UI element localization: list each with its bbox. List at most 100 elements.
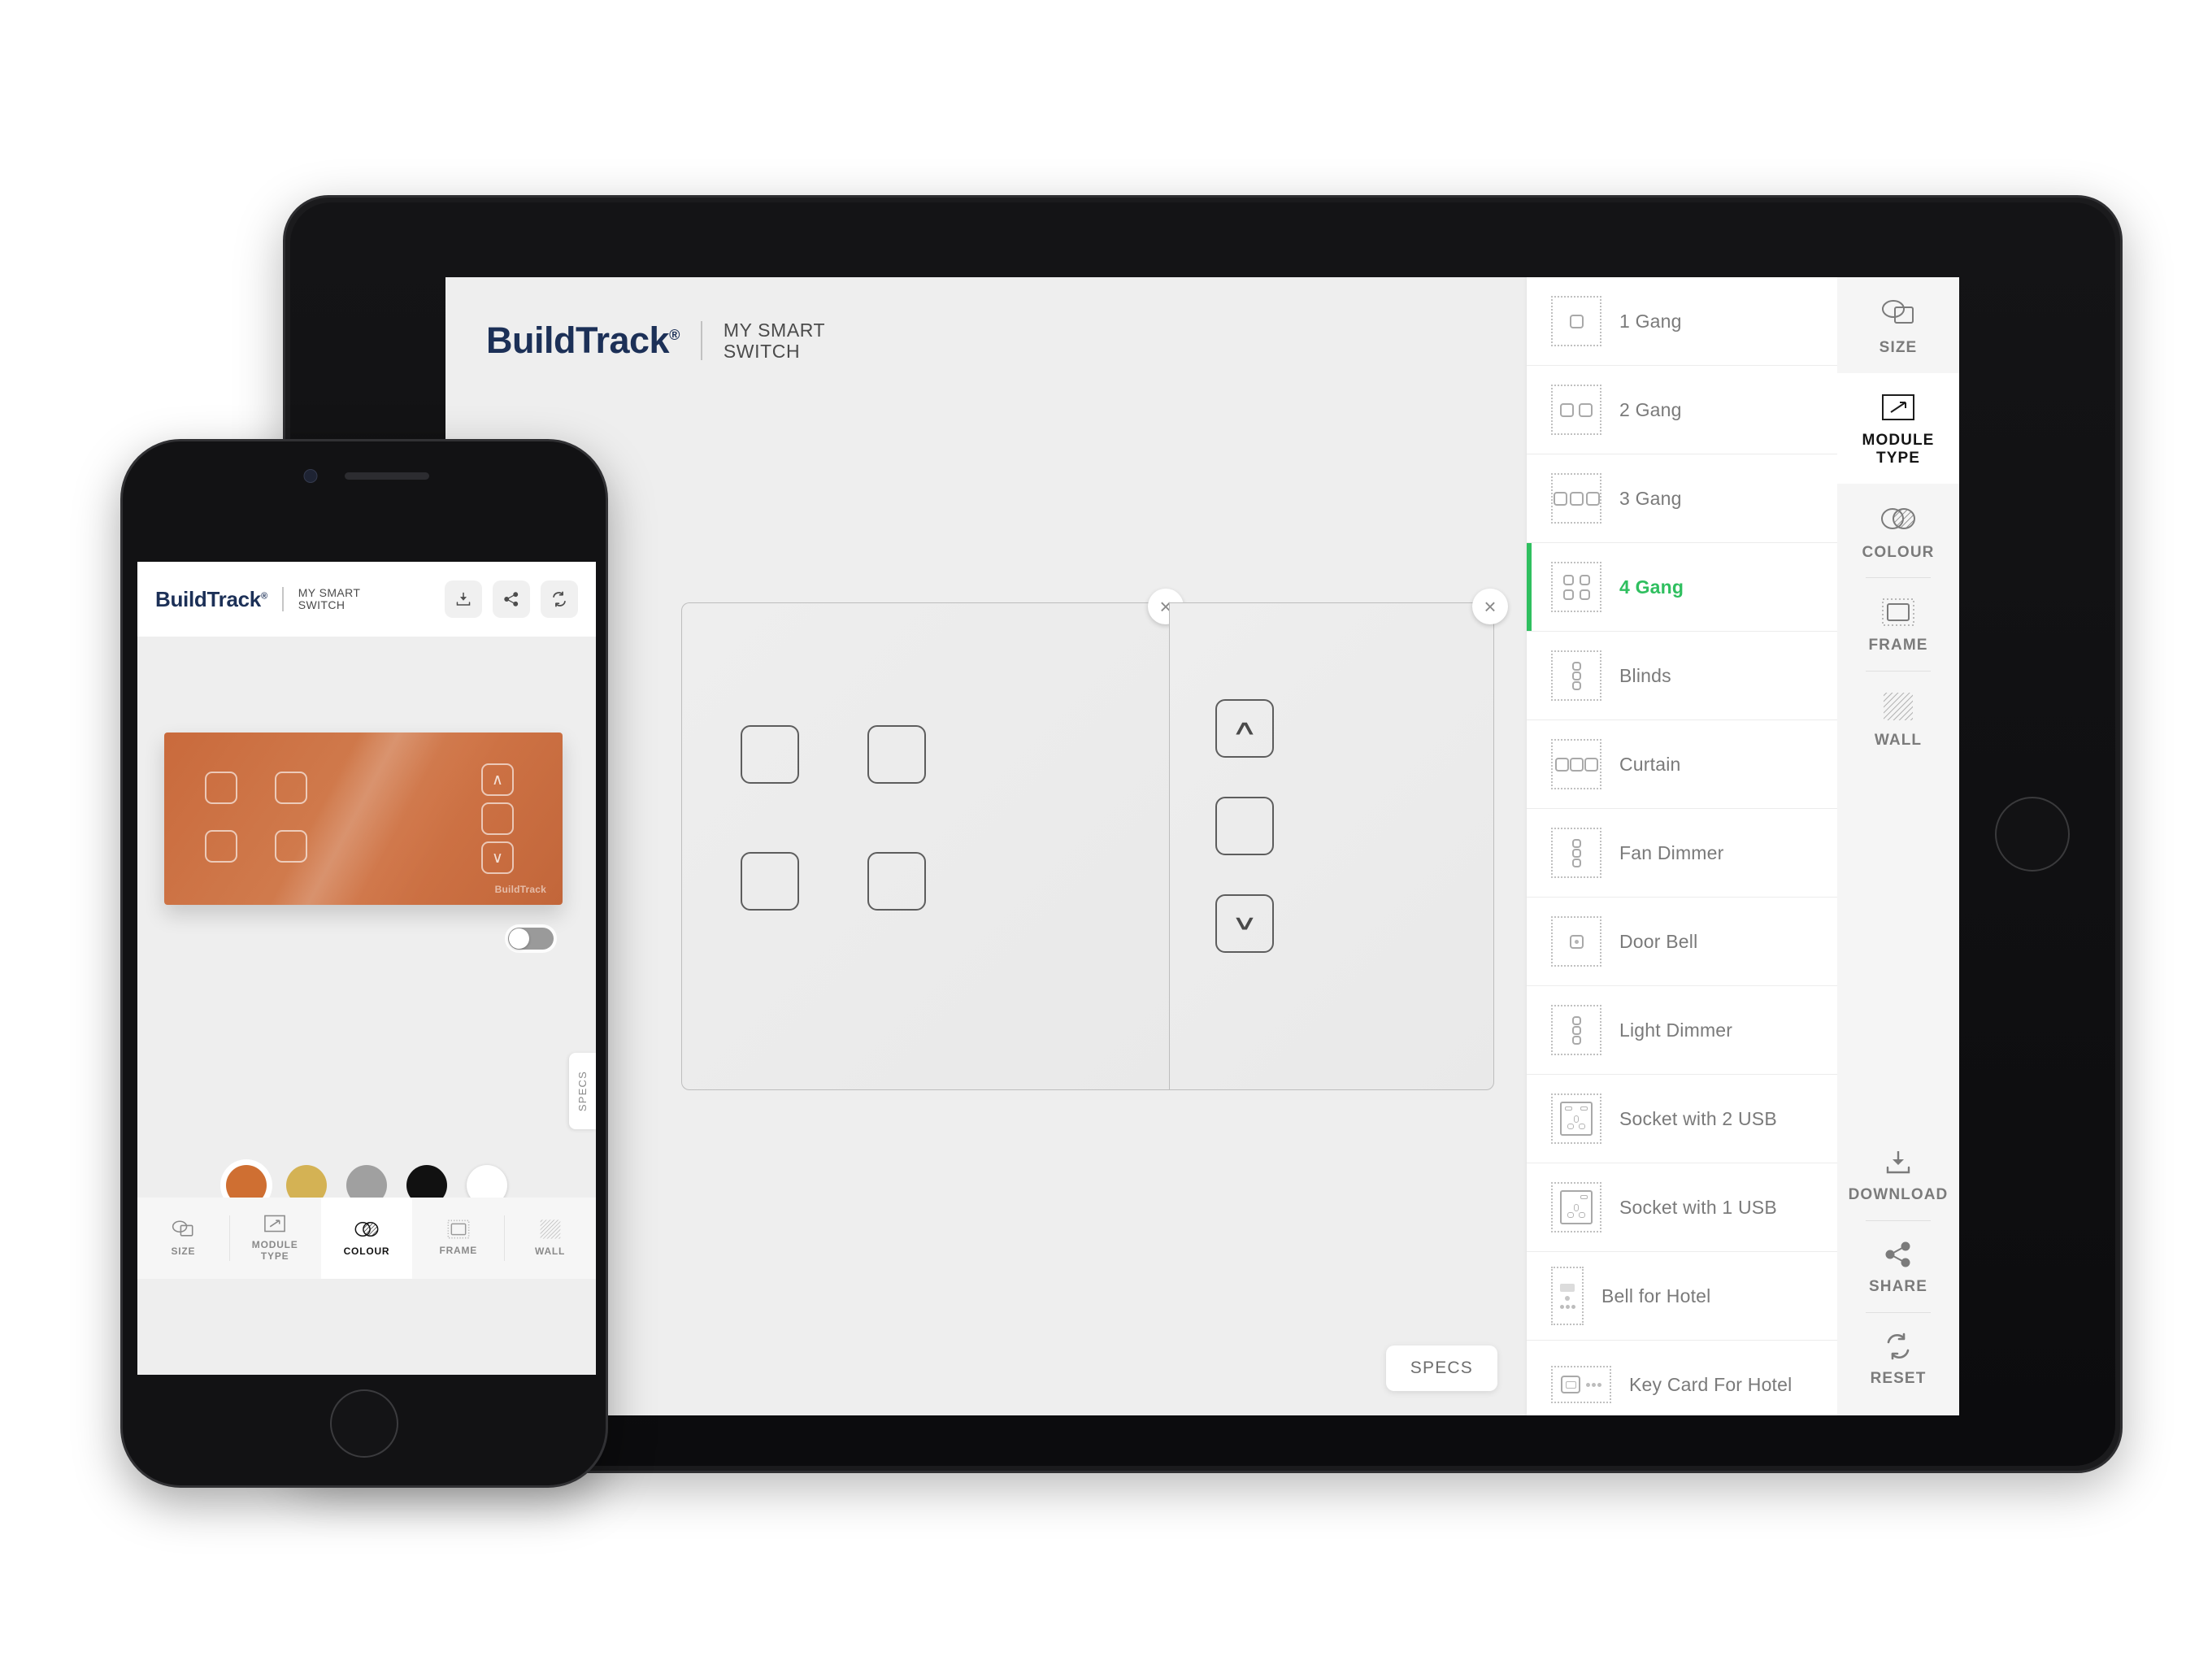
share-icon — [1883, 1241, 1914, 1268]
module-item-1-gang[interactable]: 1 Gang — [1527, 277, 1837, 366]
panel-button[interactable] — [867, 852, 926, 911]
switch-preview[interactable]: ∧ ∨ BuildTrack — [164, 733, 563, 905]
panel-button[interactable] — [741, 725, 799, 784]
preview-button[interactable] — [275, 772, 307, 804]
registered-mark: ® — [260, 590, 267, 601]
preview-button-down[interactable]: ∨ — [481, 841, 514, 874]
module-item-3-gang[interactable]: 3 Gang — [1527, 454, 1837, 543]
module-item-fan-dimmer[interactable]: Fan Dimmer — [1527, 809, 1837, 898]
preview-button-up[interactable]: ∧ — [481, 763, 514, 796]
reset-icon — [550, 591, 568, 607]
brand-name: BuildTrack® — [155, 587, 267, 612]
tab-label: WALL — [534, 1245, 566, 1258]
selection-accent — [1527, 366, 1532, 454]
selection-accent — [1527, 543, 1532, 631]
panel-button-up[interactable]: ∧ — [1215, 699, 1274, 758]
selection-accent — [1527, 1163, 1532, 1251]
chevron-up-icon: ∧ — [492, 771, 503, 789]
tool-reset[interactable]: RESET — [1837, 1313, 1959, 1415]
logo-divider — [700, 321, 702, 361]
bell-hotel-icon — [1551, 1267, 1584, 1325]
module-type-list[interactable]: 1 Gang 2 Gang 3 Gang 4 Gang Blinds Curta… — [1527, 277, 1837, 1415]
module-item-label: Fan Dimmer — [1619, 841, 1724, 863]
download-button[interactable] — [445, 580, 482, 618]
tool-module-type[interactable]: MODULE TYPE — [1837, 372, 1959, 484]
tab-module-type[interactable]: MODULE TYPE — [228, 1198, 321, 1279]
tool-label: SHARE — [1868, 1278, 1927, 1296]
phone-header-actions — [445, 580, 578, 618]
specs-tab[interactable]: SPECS — [569, 1053, 596, 1130]
reset-button[interactable] — [541, 580, 578, 618]
specs-tab-label: SPECS — [576, 1071, 589, 1112]
tab-colour[interactable]: COLOUR — [320, 1198, 413, 1279]
module-item-2-gang[interactable]: 2 Gang — [1527, 366, 1837, 454]
module-item-4-gang[interactable]: 4 Gang — [1527, 543, 1837, 632]
module-item-bell-for-hotel[interactable]: Bell for Hotel — [1527, 1252, 1837, 1341]
module-item-socket-2-usb[interactable]: Socket with 2 USB — [1527, 1075, 1837, 1163]
tool-size[interactable]: SIZE — [1837, 277, 1959, 373]
tool-label: FRAME — [1868, 637, 1928, 654]
product-line: MY SMART SWITCH — [298, 585, 361, 612]
preview-button-stop[interactable] — [481, 802, 514, 835]
share-button[interactable] — [493, 580, 530, 618]
selection-accent — [1527, 898, 1532, 985]
tool-colour[interactable]: COLOUR — [1837, 484, 1959, 578]
screenshot-stage: BuildTrack® MY SMART SWITCH × × ∧ ∨ SPEC… — [0, 0, 2212, 1665]
download-icon — [1883, 1149, 1914, 1176]
brand-logo: BuildTrack® MY SMART SWITCH — [445, 277, 1527, 363]
module-item-blinds[interactable]: Blinds — [1527, 632, 1837, 720]
module-item-curtain[interactable]: Curtain — [1527, 720, 1837, 809]
tool-share[interactable]: SHARE — [1837, 1221, 1959, 1312]
specs-button[interactable]: SPECS — [1385, 1345, 1497, 1391]
module-type-icon — [1880, 393, 1916, 422]
download-icon — [454, 591, 472, 607]
blinds-icon — [1551, 650, 1601, 701]
product-line-2: SWITCH — [298, 598, 345, 611]
tool-frame[interactable]: FRAME — [1837, 578, 1959, 671]
tablet-home-button[interactable] — [1995, 797, 2070, 872]
reset-icon — [1883, 1332, 1914, 1360]
toggle-knob — [509, 928, 529, 949]
tablet-toolbar[interactable]: SIZE MODULE TYPE COLOUR FRAME WALL DOWNL… — [1837, 277, 1959, 1415]
tab-label: SIZE — [171, 1245, 196, 1258]
tool-wall[interactable]: WALL — [1837, 672, 1959, 766]
product-line-1: MY SMART — [298, 585, 361, 599]
selection-accent — [1527, 632, 1532, 719]
tab-wall[interactable]: WALL — [504, 1198, 596, 1279]
module-item-label: 1 Gang — [1619, 310, 1682, 332]
selection-accent — [1527, 986, 1532, 1074]
tool-download[interactable]: DOWNLOAD — [1837, 1129, 1959, 1220]
gang-2-icon — [1551, 385, 1601, 435]
logo-divider — [281, 587, 284, 611]
socket-2usb-icon — [1551, 1093, 1601, 1144]
panel-button-down[interactable]: ∨ — [1215, 894, 1274, 953]
tool-label: RESET — [1870, 1370, 1927, 1388]
module-item-label: Light Dimmer — [1619, 1019, 1733, 1041]
module-item-label: 4 Gang — [1619, 576, 1684, 598]
preview-button[interactable] — [205, 830, 237, 863]
preview-button[interactable] — [205, 772, 237, 804]
module-item-label: Curtain — [1619, 753, 1681, 775]
module-item-key-card-for-hotel[interactable]: Key Card For Hotel — [1527, 1341, 1837, 1415]
panel-button-stop[interactable] — [1215, 797, 1274, 855]
panel-button[interactable] — [867, 725, 926, 784]
close-icon[interactable]: × — [1472, 589, 1508, 624]
phone-home-button[interactable] — [330, 1389, 398, 1458]
switch-panel-right[interactable]: × ∧ ∨ — [1169, 589, 1508, 1090]
module-item-door-bell[interactable]: Door Bell — [1527, 898, 1837, 986]
module-item-socket-1-usb[interactable]: Socket with 1 USB — [1527, 1163, 1837, 1252]
tab-label: COLOUR — [343, 1245, 390, 1258]
tab-frame[interactable]: FRAME — [412, 1198, 504, 1279]
panel-button[interactable] — [741, 852, 799, 911]
module-item-light-dimmer[interactable]: Light Dimmer — [1527, 986, 1837, 1075]
switch-panel-left[interactable]: × — [681, 589, 1184, 1090]
preview-button[interactable] — [275, 830, 307, 863]
tool-label: DOWNLOAD — [1848, 1186, 1949, 1204]
brand-name-text: BuildTrack — [486, 320, 670, 362]
phone-body: ∧ ∨ BuildTrack SPECS SIZE MODULE TYPE CO… — [137, 637, 596, 1279]
tab-size[interactable]: SIZE — [137, 1198, 229, 1279]
share-icon — [502, 591, 520, 607]
brand-name-text: BuildTrack — [155, 586, 261, 611]
preview-toggle[interactable] — [508, 928, 554, 950]
phone-tabbar[interactable]: SIZE MODULE TYPE COLOUR FRAME WALL — [137, 1198, 596, 1279]
